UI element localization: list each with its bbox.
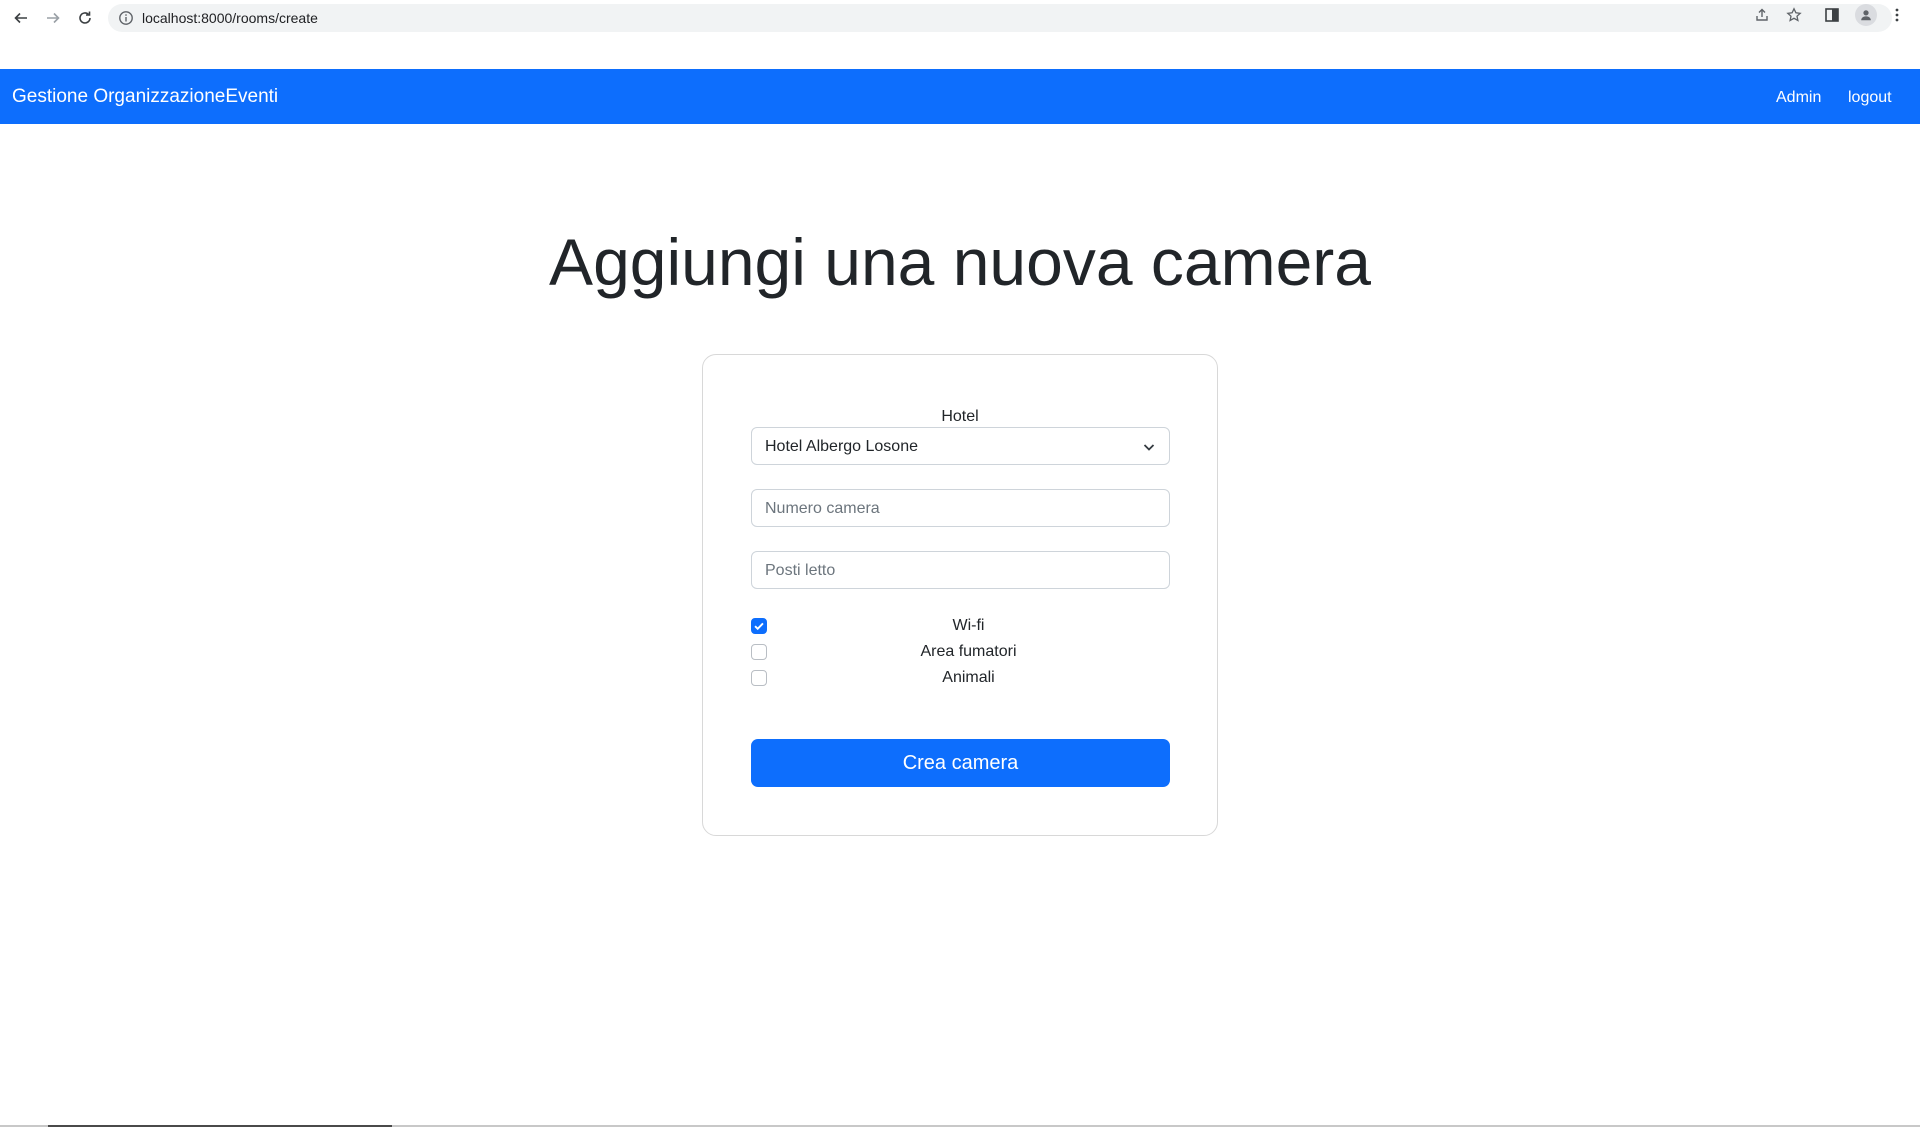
create-room-form: Hotel Hotel Albergo Losone Numero camera…	[702, 354, 1218, 836]
nav-link-logout[interactable]: logout	[1848, 88, 1892, 107]
browser-menu-button[interactable]	[1888, 6, 1906, 24]
url-text: localhost:8000/rooms/create	[142, 10, 318, 26]
option-smoking-area: Area fumatori	[751, 642, 1170, 662]
create-room-button[interactable]: Crea camera	[751, 739, 1170, 787]
reload-icon	[79, 11, 91, 24]
option-pets: Animali	[751, 668, 1170, 688]
check-icon	[754, 622, 764, 631]
forward-arrow-icon	[47, 12, 60, 24]
room-number-placeholder: Numero camera	[765, 500, 880, 517]
side-panel-icon	[1825, 8, 1839, 22]
profile-button[interactable]	[1855, 4, 1877, 26]
forward-button[interactable]	[41, 6, 65, 30]
page-title: Aggiungi una nuova camera	[549, 225, 1371, 299]
beds-input[interactable]: Posti letto	[751, 551, 1170, 589]
back-button[interactable]	[9, 6, 33, 30]
back-arrow-icon	[14, 12, 27, 24]
wifi-label: Wi-fi	[952, 617, 985, 634]
pets-label: Animali	[942, 669, 995, 686]
pets-checkbox[interactable]	[751, 670, 767, 686]
info-icon[interactable]	[118, 10, 134, 26]
smoking-area-checkbox[interactable]	[751, 644, 767, 660]
navbar: Gestione OrganizzazioneEventi Admin logo…	[0, 69, 1920, 124]
room-number-input[interactable]: Numero camera	[751, 489, 1170, 527]
kebab-menu-icon	[1895, 8, 1899, 22]
share-button[interactable]	[1753, 6, 1771, 24]
hotel-select[interactable]: Hotel Albergo Losone	[751, 427, 1170, 465]
option-wifi: Wi-fi	[751, 616, 1170, 636]
chevron-down-icon	[1143, 444, 1155, 451]
hotel-select-value: Hotel Albergo Losone	[765, 438, 918, 455]
bookmark-button[interactable]	[1785, 6, 1803, 24]
reload-button[interactable]	[73, 6, 97, 30]
beds-placeholder: Posti letto	[765, 562, 836, 579]
hotel-label: Hotel	[941, 408, 979, 425]
browser-toolbar: localhost:8000/rooms/create	[0, 0, 1920, 36]
profile-icon	[1861, 10, 1871, 21]
side-panel-button[interactable]	[1823, 6, 1841, 24]
nav-link-admin[interactable]: Admin	[1776, 88, 1821, 107]
smoking-area-label: Area fumatori	[920, 643, 1017, 660]
navbar-brand[interactable]: Gestione OrganizzazioneEventi	[12, 86, 278, 108]
address-bar[interactable]: localhost:8000/rooms/create	[108, 4, 1892, 32]
star-icon	[1786, 7, 1802, 22]
wifi-checkbox[interactable]	[751, 618, 767, 634]
share-icon	[1756, 8, 1768, 21]
